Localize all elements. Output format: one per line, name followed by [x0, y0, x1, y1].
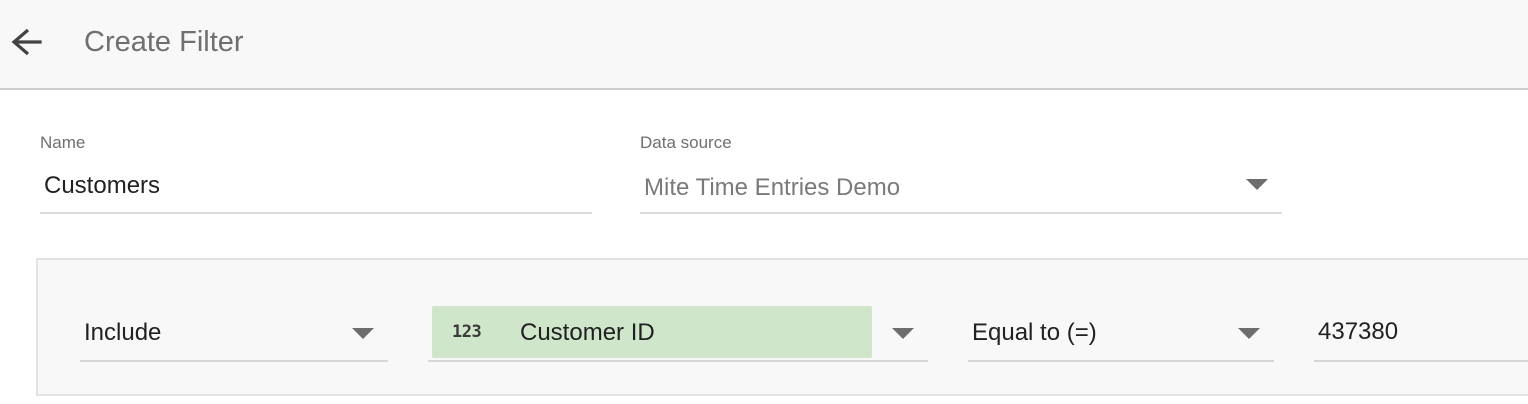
caret-down-icon — [352, 328, 374, 339]
filter-condition-panel: Include 123 Customer ID Equal to (=) — [36, 258, 1528, 396]
value-field[interactable] — [1314, 306, 1528, 362]
name-field[interactable] — [40, 166, 592, 214]
caret-down-icon — [1238, 328, 1260, 339]
include-exclude-select[interactable]: Include — [80, 306, 388, 362]
data-source-select[interactable]: Mite Time Entries Demo — [640, 166, 1282, 214]
page-title: Create Filter — [84, 26, 244, 58]
back-button[interactable] — [6, 22, 48, 64]
caret-down-icon — [892, 328, 914, 339]
numeric-type-icon: 123 — [452, 322, 482, 342]
data-source-label: Data source — [640, 133, 732, 152]
field-select[interactable]: 123 Customer ID — [428, 306, 928, 362]
operator-value: Equal to (=) — [972, 319, 1097, 346]
field-chip: 123 Customer ID — [432, 306, 872, 358]
data-source-value: Mite Time Entries Demo — [644, 174, 901, 201]
caret-down-icon — [1246, 179, 1268, 190]
name-input[interactable] — [44, 166, 584, 206]
field-label: Customer ID — [520, 319, 655, 346]
operator-select[interactable]: Equal to (=) — [968, 306, 1274, 362]
arrow-left-icon — [11, 28, 42, 56]
value-input[interactable] — [1318, 314, 1528, 350]
name-label: Name — [40, 133, 86, 152]
app-header: Create Filter — [0, 0, 1528, 90]
include-select-value: Include — [84, 319, 162, 346]
